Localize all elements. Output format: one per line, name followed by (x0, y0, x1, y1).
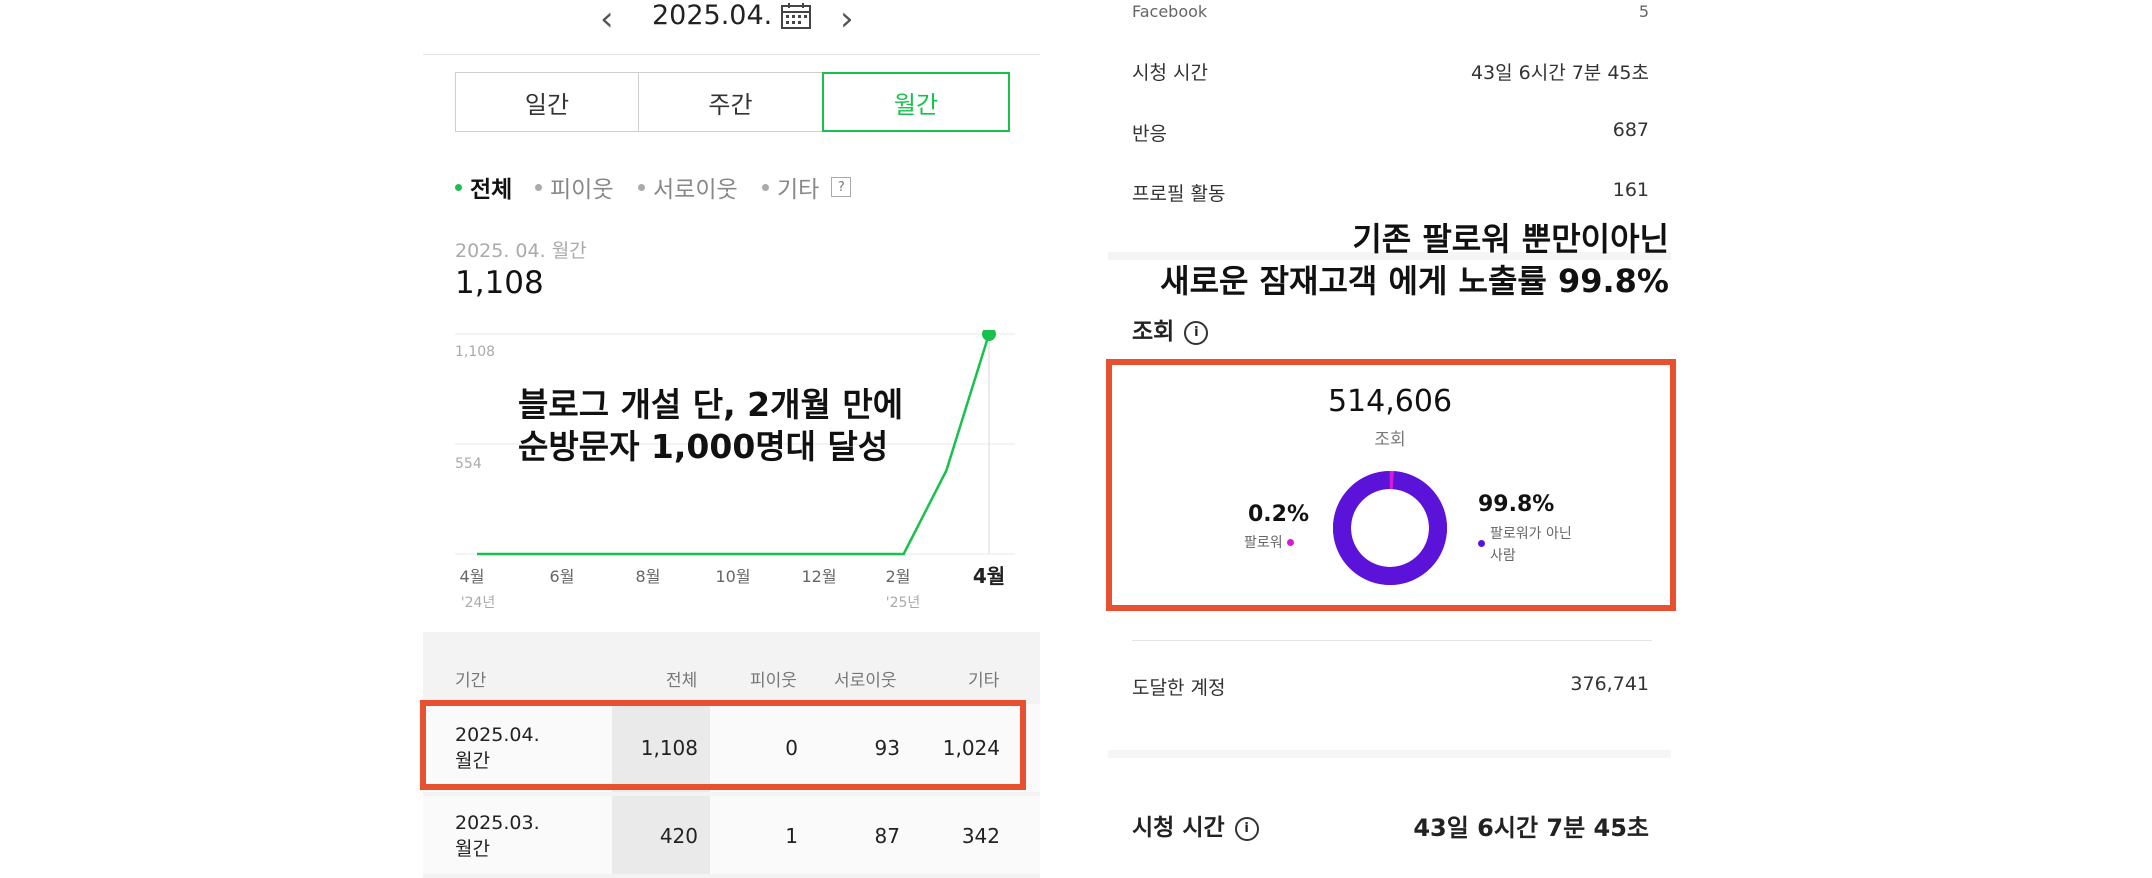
filter-label: 전체 (470, 177, 513, 203)
highlight-box (420, 700, 1026, 790)
tab-monthly[interactable]: 월간 (822, 72, 1010, 132)
y-tick-label: 1,108 (455, 344, 496, 360)
views-title: 조회 i (1132, 312, 1209, 346)
blog-stats-panel: ‹ 2025.04. › 일간 주간 월간 전체 피이웃 서로이웃 기타 ? 2… (0, 0, 2152, 878)
watch-time-label: 시청 시간 (1132, 815, 1225, 841)
watch-time-title: 시청 시간 i (1132, 808, 1259, 842)
annotation-line: 기존 팔로워 뿐만이아닌 (1352, 220, 1669, 258)
info-icon[interactable]: i (1234, 816, 1259, 841)
calendar-icon[interactable] (780, 2, 812, 30)
tab-daily[interactable]: 일간 (455, 72, 639, 132)
filter-mutual[interactable]: 서로이웃 (638, 170, 738, 204)
neighbor-cell: 1 (785, 824, 798, 848)
other-cell: 342 (961, 824, 1000, 848)
total-cell: 420 (659, 824, 698, 848)
period-label: 2025. 04. 월간 (455, 240, 587, 262)
mutual-cell: 87 (874, 824, 900, 848)
x-tick-label: 10월 (715, 567, 751, 586)
table-header: 전체 (666, 671, 698, 691)
facebook-label: Facebook (1132, 2, 1208, 21)
table-header: 기간 (455, 671, 487, 691)
highlight-box (1106, 359, 1676, 611)
prev-month-icon[interactable]: ‹ (600, 2, 614, 36)
bullet-icon (762, 183, 769, 191)
views-title-text: 조회 (1132, 319, 1175, 345)
filter-label: 기타 (777, 177, 820, 203)
reached-label: 도달한 계정 (1132, 677, 1226, 699)
tab-weekly[interactable]: 주간 (638, 72, 823, 132)
section-divider (1108, 750, 1671, 758)
x-tick-label: 2월 (885, 567, 911, 586)
x-tick-label: 4월 (459, 567, 485, 586)
period-value: 2025.03. (455, 812, 540, 834)
watch-time-value: 43일 6시간 7분 45초 (1413, 814, 1649, 842)
x-tick-label: 6월 (549, 567, 575, 586)
bullet-icon (638, 183, 645, 191)
period-value: 월간 (455, 838, 490, 860)
table-header: 피이웃 (750, 671, 797, 691)
reached-value: 376,741 (1570, 673, 1649, 695)
annotation-text: 기존 팔로워 뿐만이아닌 새로운 잠재고객 에게 노출률 99.8% (1160, 218, 1669, 302)
x-tick-label: 8월 (635, 567, 661, 586)
y-tick-label: 554 (455, 456, 482, 472)
table-header: 서로이웃 (834, 671, 897, 691)
x-tick-label: 4월 (972, 564, 1006, 588)
annotation-line: 새로운 잠재고객 에게 노출률 99.8% (1160, 262, 1669, 300)
annotation-line: 순방문자 1,000명대 달성 (518, 427, 889, 466)
filter-other[interactable]: 기타 ? (762, 170, 852, 204)
stat-value: 161 (1612, 179, 1649, 201)
table-header: 기타 (968, 671, 1000, 691)
divider (423, 54, 1040, 55)
filter-label: 피이웃 (550, 177, 614, 203)
info-icon[interactable]: i (1184, 320, 1209, 345)
help-icon[interactable]: ? (831, 177, 852, 197)
visitor-count: 1,108 (455, 265, 544, 301)
stat-label: 프로필 활동 (1132, 183, 1226, 205)
annotation-line: 블로그 개설 단, 2개월 만에 (518, 385, 904, 424)
stat-value: 43일 6시간 7분 45초 (1470, 62, 1649, 84)
bullet-icon (535, 183, 542, 191)
period-cell: 2025.03. 월간 (455, 810, 540, 862)
stat-label: 시청 시간 (1132, 62, 1208, 84)
filter-all[interactable]: 전체 (455, 170, 512, 204)
annotation-text: 블로그 개설 단, 2개월 만에 순방문자 1,000명대 달성 (518, 384, 903, 468)
month-label: 2025.04. (652, 0, 773, 31)
filter-neighbor[interactable]: 피이웃 (535, 170, 613, 204)
year-label: '25년 (885, 595, 921, 611)
next-month-icon[interactable]: › (840, 2, 854, 36)
data-point[interactable] (982, 330, 996, 341)
filter-label: 서로이웃 (653, 177, 738, 203)
x-tick-label: 12월 (801, 567, 837, 586)
bullet-icon (455, 183, 462, 191)
facebook-value: 5 (1638, 2, 1649, 21)
year-label: '24년 (460, 595, 496, 611)
stat-label: 반응 (1132, 123, 1167, 145)
divider (1132, 640, 1652, 641)
stat-value: 687 (1612, 119, 1649, 141)
